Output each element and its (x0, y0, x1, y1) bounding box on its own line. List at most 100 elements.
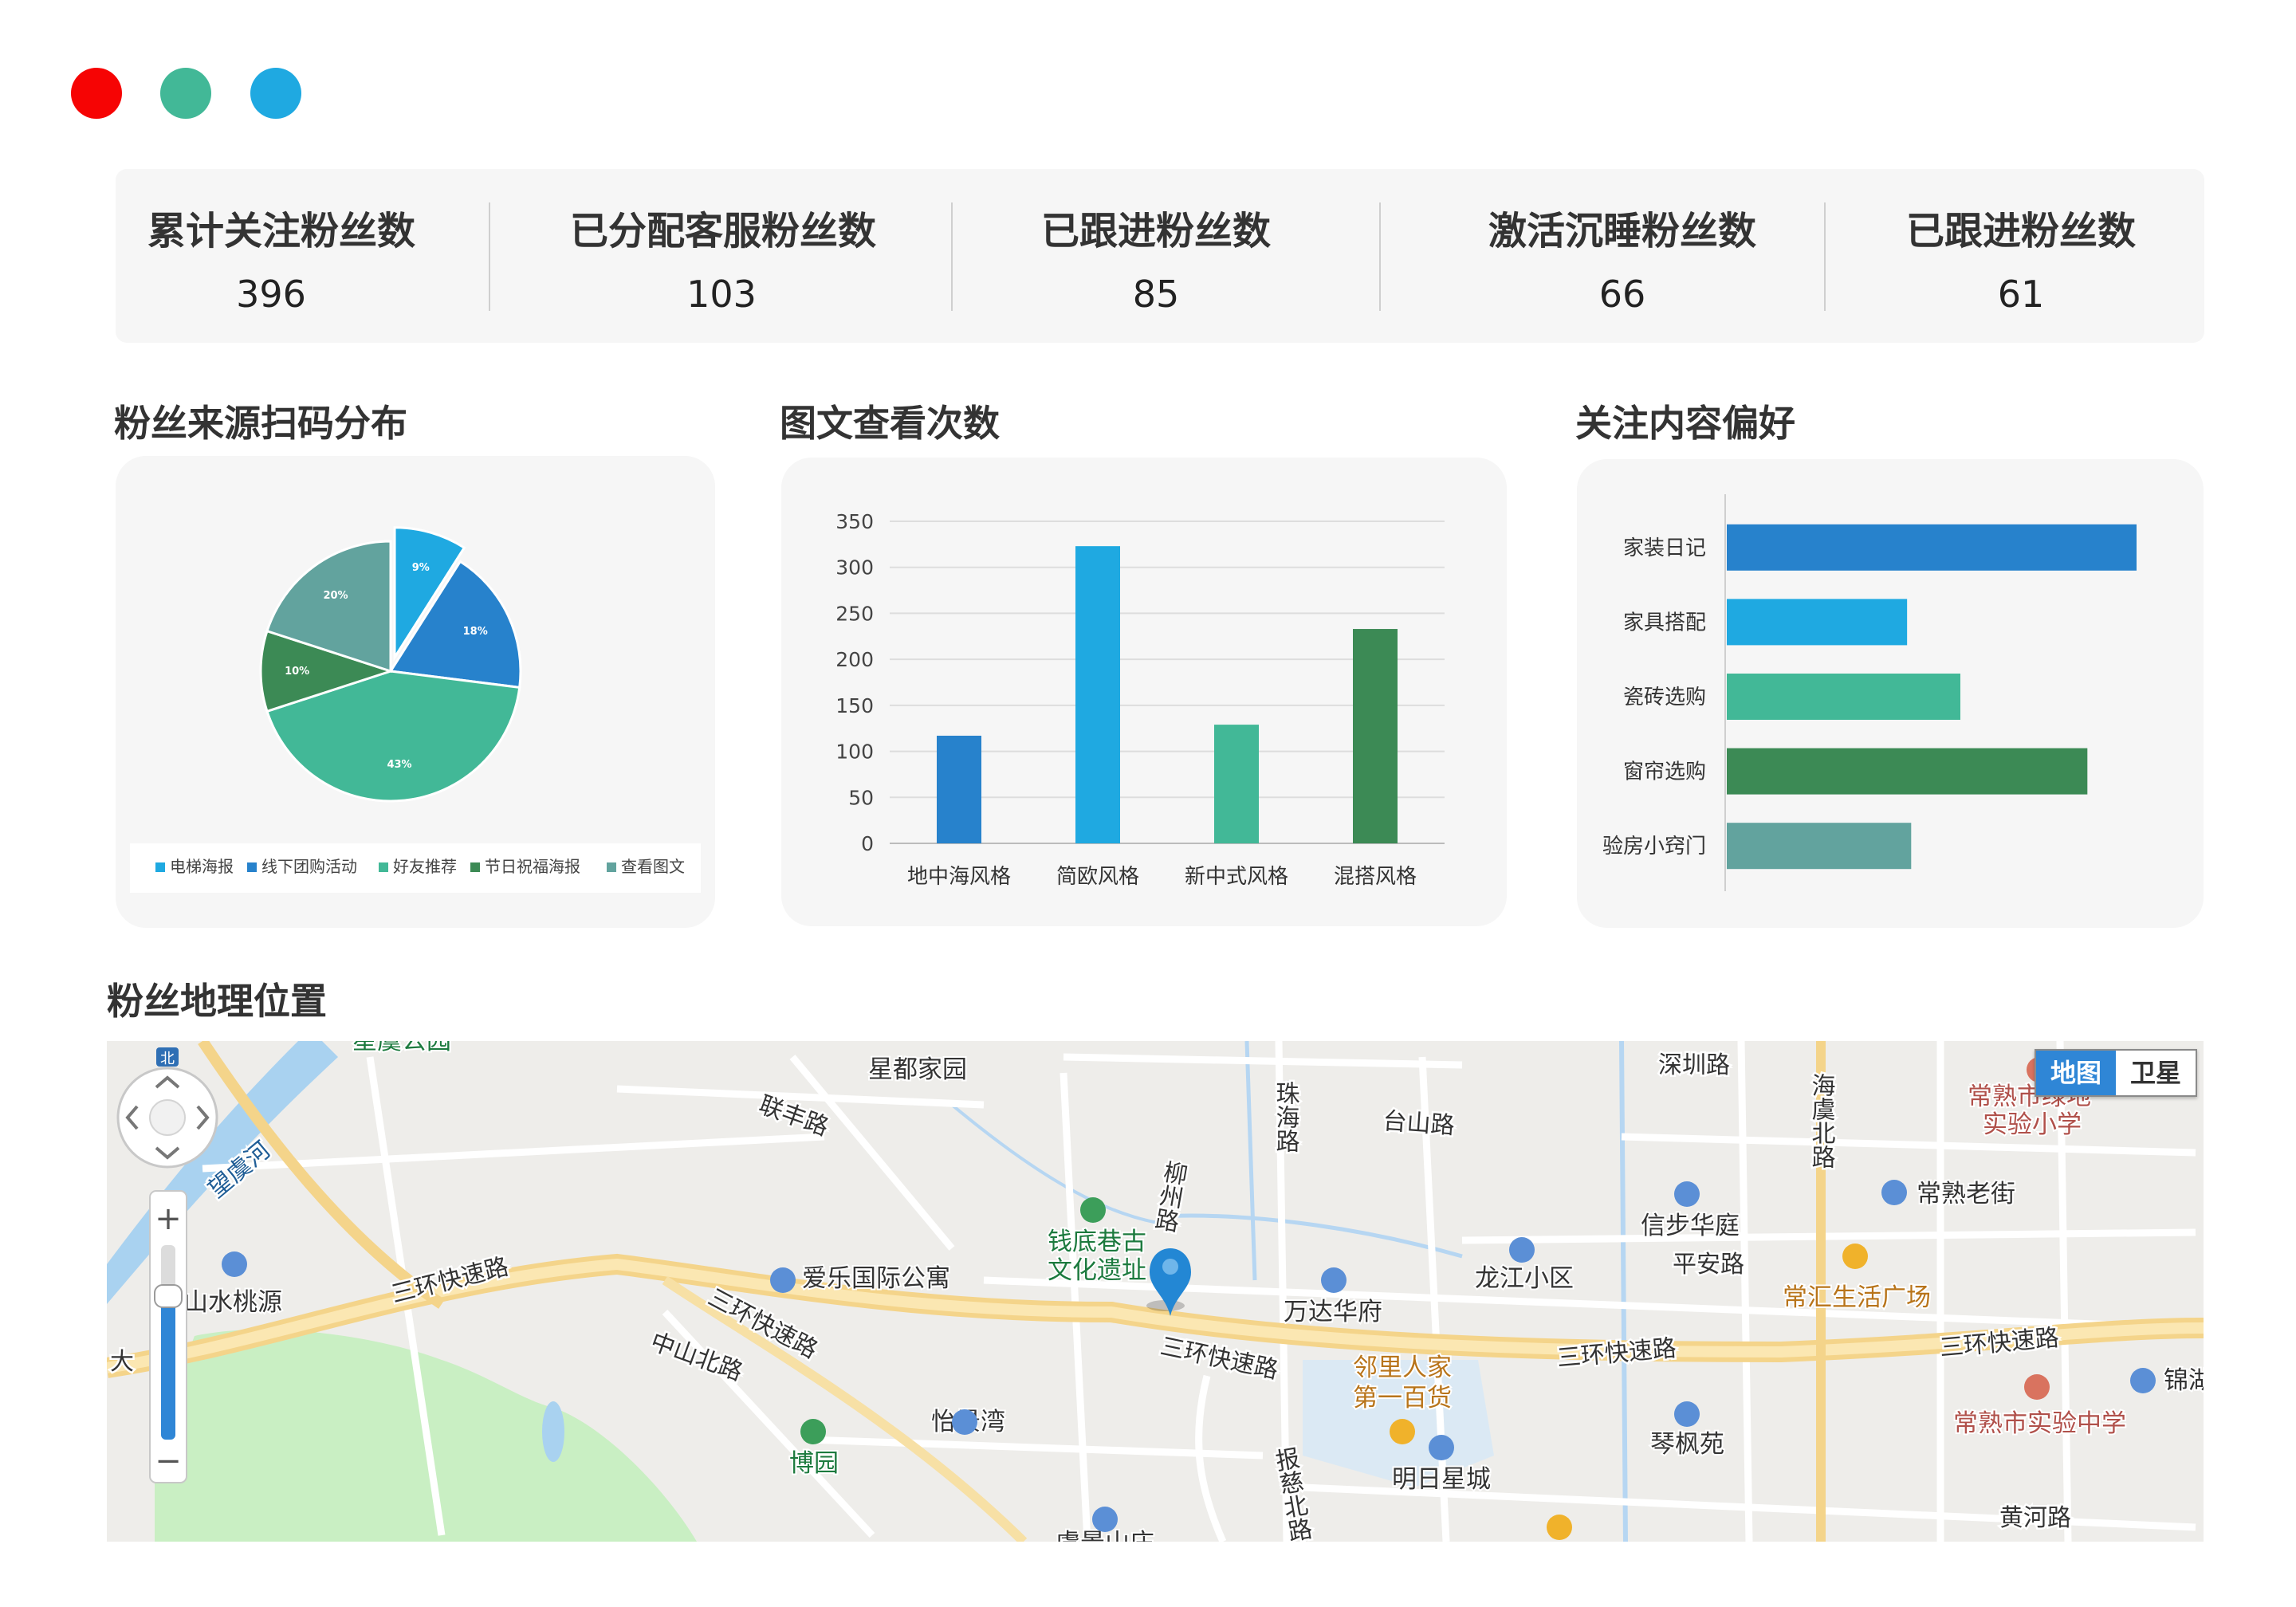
y-tick-label: 0 (861, 832, 874, 855)
place-label[interactable]: 锦湖 (2162, 1365, 2204, 1397)
park-pin-icon[interactable] (800, 1419, 826, 1444)
y-tick-label: 家具搭配 (1623, 611, 1706, 635)
hbar[interactable] (1727, 599, 1908, 646)
stat-value: 85 (1132, 273, 1180, 316)
hbar[interactable] (1727, 524, 2137, 571)
minimize-window-dot[interactable] (160, 68, 211, 119)
y-tick-label: 100 (835, 741, 874, 764)
place-label[interactable]: 实验小学 (1981, 1109, 2083, 1141)
place-label[interactable]: 第一百货 (1351, 1382, 1453, 1414)
legend-label: 电梯海报 (170, 857, 234, 876)
y-tick-label: 验房小窍门 (1602, 835, 1706, 859)
house-pin-icon[interactable] (222, 1251, 247, 1277)
house-pin-icon[interactable] (1509, 1237, 1535, 1263)
hbar[interactable] (1727, 748, 2088, 795)
place-label[interactable]: 常熟市实验中学 (1952, 1408, 2128, 1440)
legend-swatch (379, 862, 388, 872)
hbar-chart: 家装日记家具搭配瓷砖选购窗帘选购验房小窍门 (1602, 494, 2137, 891)
maximize-window-dot[interactable] (250, 68, 301, 119)
pie-slice-label: 20% (323, 590, 348, 602)
house-pin-icon[interactable] (1429, 1435, 1454, 1460)
map-type-toggle[interactable]: 地图 卫星 (2034, 1049, 2197, 1097)
bar[interactable] (1214, 725, 1259, 843)
satellite-mode-button[interactable]: 卫星 (2116, 1051, 2196, 1095)
map-mode-button[interactable]: 地图 (2035, 1051, 2116, 1095)
stats-bar: 累计关注粉丝数 396 已分配客服粉丝数 103 已跟进粉丝数 85 激活沉睡粉… (116, 169, 2204, 343)
place-label[interactable]: 常熟老街 (1915, 1178, 2017, 1210)
stat-label: 累计关注粉丝数 (147, 209, 416, 253)
road-label: 三环快速路 (388, 1253, 511, 1309)
place-label[interactable]: 常汇生活广场 (1781, 1282, 1932, 1314)
zoom-in-icon[interactable]: + (155, 1200, 182, 1237)
map-navigation-control[interactable]: 北 (116, 1047, 218, 1169)
bar[interactable] (1353, 629, 1398, 843)
legend-swatch (155, 862, 165, 872)
legend-label: 好友推荐 (393, 857, 457, 876)
shop-pin-icon[interactable] (1842, 1244, 1868, 1269)
waterway (1158, 1213, 1463, 1259)
bar[interactable] (937, 735, 981, 843)
school-pin-icon[interactable] (2024, 1374, 2050, 1400)
house-pin-icon[interactable] (952, 1409, 977, 1435)
fan-location-map[interactable]: 三环快速路 三环快速路 三环快速路 三环快速路 三环快速路 中山北路 联丰路 台… (107, 1041, 2204, 1542)
house-pin-icon[interactable] (1881, 1180, 1907, 1205)
house-pin-icon[interactable] (1092, 1507, 1118, 1532)
place-label[interactable]: 星虞公园 (351, 1041, 453, 1057)
hbar[interactable] (1727, 674, 1960, 720)
zoom-out-icon[interactable]: − (155, 1443, 182, 1479)
close-window-dot[interactable] (71, 68, 122, 119)
pie-chart-card: 9% 18% 43% 10% 20% 电梯海报 线下团购活动 好友推荐 节日祝福海报 查看图文 (116, 456, 715, 928)
y-tick-label: 50 (848, 786, 874, 809)
shop-pin-icon[interactable] (1390, 1419, 1415, 1444)
pond (542, 1401, 564, 1462)
location-pin-icon[interactable] (1146, 1248, 1191, 1316)
stat-assigned-followers: 已分配客服粉丝数 103 (570, 169, 876, 343)
x-tick-label: 新中式风格 (1185, 865, 1288, 889)
place-label[interactable]: 琴枫苑 (1649, 1428, 1726, 1460)
stat-reactivated: 激活沉睡粉丝数 66 (1471, 169, 1774, 343)
place-label[interactable]: 山水桃源 (182, 1287, 284, 1318)
place-label[interactable]: 博园 (788, 1448, 840, 1479)
house-pin-icon[interactable] (1674, 1181, 1700, 1207)
road-label: 海虞北路 (1807, 1073, 1835, 1169)
waterway (1619, 1041, 1628, 1542)
house-pin-icon[interactable] (2130, 1368, 2156, 1393)
stat-value: 61 (1997, 273, 2045, 316)
divider (1824, 202, 1826, 311)
road-label: 柳州路 (1149, 1158, 1189, 1234)
stat-followed-up: 已跟进粉丝数 85 (1032, 169, 1280, 343)
stat-label: 已跟进粉丝数 (1905, 209, 2136, 253)
pie-slice-label: 10% (285, 666, 309, 678)
place-label[interactable]: 钱底巷古 (1046, 1226, 1148, 1258)
map-zoom-control[interactable]: + − (149, 1190, 187, 1483)
hbar-section-title: 关注内容偏好 (1575, 402, 1795, 445)
stat-label: 已跟进粉丝数 (1040, 209, 1271, 253)
place-label[interactable]: 邻里人家 (1351, 1352, 1453, 1384)
divider (951, 202, 953, 311)
y-tick-label: 300 (835, 556, 874, 580)
place-label[interactable]: 文化遗址 (1046, 1255, 1148, 1287)
stat-value: 396 (236, 273, 306, 316)
bar[interactable] (1075, 546, 1120, 843)
place-label[interactable]: 龙江小区 (1473, 1263, 1575, 1295)
road-label: 三环快速路 (1939, 1324, 2060, 1362)
place-label[interactable]: 万达华府 (1282, 1296, 1384, 1328)
stat-value: 66 (1598, 273, 1646, 316)
place-label[interactable]: 明日星城 (1390, 1464, 1492, 1495)
road-label: 中山北路 (647, 1328, 746, 1387)
hbar[interactable] (1727, 823, 1912, 870)
house-pin-icon[interactable] (1674, 1401, 1700, 1427)
place-label[interactable]: 爱乐国际公寓 (800, 1263, 952, 1295)
road-label: 深圳路 (1658, 1051, 1730, 1079)
place-label[interactable]: 信步华庭 (1639, 1210, 1741, 1242)
scenic-pin-icon[interactable] (1080, 1197, 1106, 1223)
house-pin-icon[interactable] (770, 1267, 796, 1293)
shop-pin-icon[interactable] (1547, 1515, 1572, 1540)
pie-section-title: 粉丝来源扫码分布 (114, 402, 407, 445)
map-canvas[interactable]: 三环快速路 三环快速路 三环快速路 三环快速路 三环快速路 中山北路 联丰路 台… (107, 1041, 2204, 1542)
road-label: 报慈北路 (1269, 1445, 1314, 1542)
zoom-slider-handle[interactable] (154, 1284, 183, 1308)
house-pin-icon[interactable] (1321, 1267, 1347, 1293)
place-label[interactable]: 星都家园 (867, 1054, 969, 1086)
legend-swatch (470, 862, 480, 872)
